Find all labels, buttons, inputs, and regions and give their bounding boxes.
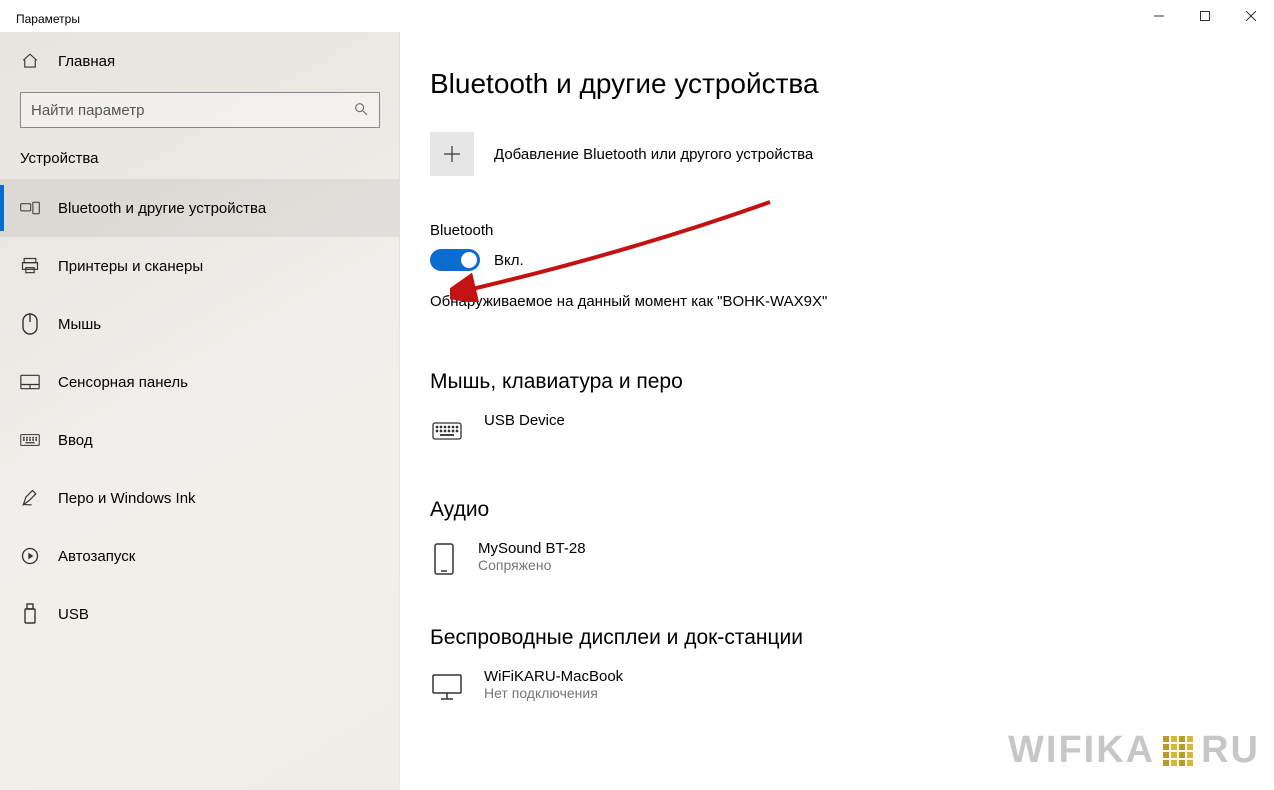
add-device-row[interactable]: Добавление Bluetooth или другого устройс… — [430, 132, 1244, 176]
section-mouse-keyboard-pen: Мышь, клавиатура и перо — [430, 370, 1244, 394]
monitor-device-icon — [430, 670, 464, 704]
sidebar-item-label: Ввод — [58, 432, 93, 449]
device-wireless-display[interactable]: WiFiKARU-MacBook Нет подключения — [430, 668, 1244, 704]
sidebar-item-label: Автозапуск — [58, 548, 135, 565]
sidebar-section-label: Устройства — [0, 150, 399, 179]
pen-icon — [20, 488, 40, 508]
search-input[interactable] — [31, 102, 331, 119]
page-title: Bluetooth и другие устройства — [430, 68, 1244, 100]
device-status: Нет подключения — [484, 685, 623, 701]
sidebar-item-label: Bluetooth и другие устройства — [58, 200, 266, 217]
watermark-text-right: RU — [1201, 729, 1260, 772]
sidebar-item-pen[interactable]: Перо и Windows Ink — [0, 469, 399, 527]
sidebar-home-label: Главная — [58, 53, 115, 70]
window-title: Параметры — [16, 6, 80, 26]
phone-device-icon — [430, 542, 458, 576]
printer-icon — [20, 256, 40, 276]
sidebar-item-touchpad[interactable]: Сенсорная панель — [0, 353, 399, 411]
close-button[interactable] — [1228, 0, 1274, 32]
sidebar-item-label: Сенсорная панель — [58, 374, 188, 391]
device-status: Сопряжено — [478, 557, 586, 573]
devices-icon — [20, 200, 40, 216]
sidebar-item-autoplay[interactable]: Автозапуск — [0, 527, 399, 585]
plus-icon — [430, 132, 474, 176]
annotation-arrow — [450, 182, 780, 302]
device-audio[interactable]: MySound BT-28 Сопряжено — [430, 540, 1244, 576]
section-wireless-displays: Беспроводные дисплеи и док-станции — [430, 626, 1244, 650]
device-name: USB Device — [484, 412, 565, 429]
keyboard-device-icon — [430, 414, 464, 448]
maximize-button[interactable] — [1182, 0, 1228, 32]
sidebar-item-printers[interactable]: Принтеры и сканеры — [0, 237, 399, 295]
device-name: WiFiKARU-MacBook — [484, 668, 623, 685]
bluetooth-label: Bluetooth — [430, 222, 1244, 239]
home-icon — [20, 52, 40, 70]
autoplay-icon — [20, 546, 40, 566]
qr-icon — [1163, 736, 1193, 766]
minimize-button[interactable] — [1136, 0, 1182, 32]
usb-icon — [20, 603, 40, 625]
mouse-icon — [20, 313, 40, 335]
window-buttons — [1136, 0, 1274, 32]
section-audio: Аудио — [430, 498, 1244, 522]
main-content: Bluetooth и другие устройства Добавление… — [400, 32, 1274, 790]
sidebar-item-typing[interactable]: Ввод — [0, 411, 399, 469]
sidebar-item-label: Перо и Windows Ink — [58, 490, 196, 507]
device-usb[interactable]: USB Device — [430, 412, 1244, 448]
keyboard-icon — [20, 433, 40, 447]
sidebar: Главная Устройства Bluetooth и другие ус… — [0, 32, 400, 790]
watermark-text-left: WIFIKA — [1008, 729, 1155, 772]
bluetooth-toggle[interactable] — [430, 249, 480, 271]
search-box[interactable] — [20, 92, 380, 128]
watermark: WIFIKA RU — [1008, 729, 1260, 772]
bluetooth-toggle-state: Вкл. — [494, 252, 524, 269]
sidebar-item-mouse[interactable]: Мышь — [0, 295, 399, 353]
sidebar-item-bluetooth[interactable]: Bluetooth и другие устройства — [0, 179, 399, 237]
sidebar-item-usb[interactable]: USB — [0, 585, 399, 643]
add-device-label: Добавление Bluetooth или другого устройс… — [494, 146, 813, 163]
sidebar-home[interactable]: Главная — [0, 44, 399, 78]
search-icon — [353, 101, 369, 120]
sidebar-item-label: Принтеры и сканеры — [58, 258, 203, 275]
device-name: MySound BT-28 — [478, 540, 586, 557]
title-bar: Параметры — [0, 0, 1274, 32]
touchpad-icon — [20, 374, 40, 390]
sidebar-item-label: Мышь — [58, 316, 101, 333]
discoverable-text: Обнаруживаемое на данный момент как "BOH… — [430, 293, 1244, 310]
sidebar-item-label: USB — [58, 606, 89, 623]
